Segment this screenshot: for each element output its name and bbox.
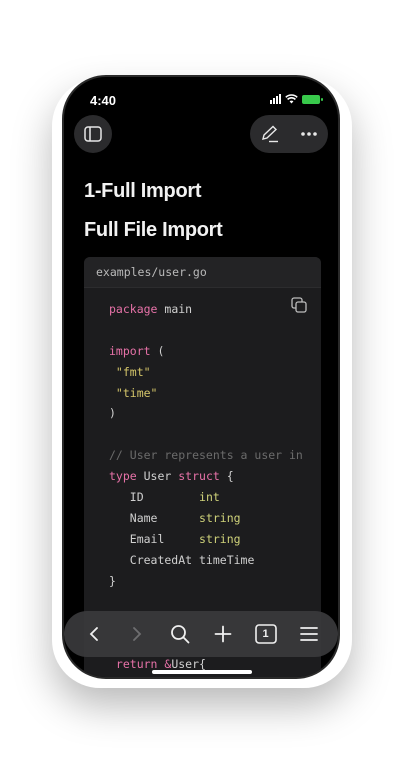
code-token: // User represents a user in xyxy=(109,448,303,463)
new-tab-button[interactable] xyxy=(210,621,236,647)
search-button[interactable] xyxy=(167,621,193,647)
code-line: ) xyxy=(109,403,303,424)
menu-button[interactable] xyxy=(296,621,322,647)
code-line: CreatedAt timeTime xyxy=(109,550,303,571)
back-button[interactable] xyxy=(81,621,107,647)
sidebar-toggle-button[interactable] xyxy=(74,115,112,153)
status-time: 4:40 xyxy=(90,93,117,108)
code-token: Email xyxy=(109,531,200,546)
code-token: struct xyxy=(178,469,220,484)
code-line: package main xyxy=(109,299,303,320)
code-line: type User struct { xyxy=(109,466,303,487)
forward-button[interactable] xyxy=(124,621,150,647)
code-token: main xyxy=(157,302,193,316)
edit-button[interactable] xyxy=(260,125,280,143)
code-token: string xyxy=(199,510,241,525)
code-line: } xyxy=(109,571,303,592)
status-icons xyxy=(270,94,323,104)
code-line: Name string xyxy=(109,508,303,529)
code-token: package xyxy=(109,302,158,316)
code-token: ID xyxy=(109,490,200,505)
tabs-button[interactable]: 1 xyxy=(253,621,279,647)
code-token: CreatedAt timeTime xyxy=(109,552,255,567)
code-line: // User represents a user in xyxy=(109,445,303,466)
code-token: } xyxy=(109,573,116,588)
phone-screen: 4:40 1-Full Import Full File Import exam… xyxy=(62,75,340,679)
wifi-icon xyxy=(285,94,298,104)
heading-full-file-import: Full File Import xyxy=(84,219,223,241)
cellular-signal-icon xyxy=(270,94,281,104)
code-token: { xyxy=(219,469,234,484)
browser-toolbar: 1 xyxy=(64,611,338,657)
hamburger-menu-icon xyxy=(299,627,318,641)
code-token: ( xyxy=(150,343,165,358)
pencil-icon xyxy=(262,125,278,143)
plus-icon xyxy=(214,625,231,643)
code-token: int xyxy=(199,490,220,505)
code-line: ID int xyxy=(109,487,303,508)
code-line: import ( xyxy=(109,341,303,362)
home-indicator xyxy=(152,670,252,674)
code-line: "time" xyxy=(109,383,303,404)
code-line: Email string xyxy=(109,529,303,550)
battery-charging-icon xyxy=(302,94,323,104)
code-line: "fmt" xyxy=(109,362,303,383)
actions-pill xyxy=(250,115,328,153)
chevron-right-icon xyxy=(132,627,141,641)
sidebar-icon xyxy=(84,126,102,142)
code-token: string xyxy=(199,531,241,546)
code-token: User xyxy=(136,469,179,484)
code-token: type xyxy=(109,469,137,484)
code-token: "fmt" xyxy=(109,364,151,379)
code-filename: examples/user.go xyxy=(84,257,321,288)
code-token: "time" xyxy=(109,385,158,400)
search-icon xyxy=(170,625,189,644)
code-token: import xyxy=(109,343,151,358)
code-token: ) xyxy=(109,406,116,421)
heading-full-import: 1-Full Import xyxy=(84,180,202,202)
chevron-left-icon xyxy=(89,627,98,641)
code-token: Name xyxy=(109,510,200,525)
ellipsis-icon xyxy=(301,132,317,136)
tab-count: 1 xyxy=(262,628,269,640)
more-button[interactable] xyxy=(300,131,318,137)
